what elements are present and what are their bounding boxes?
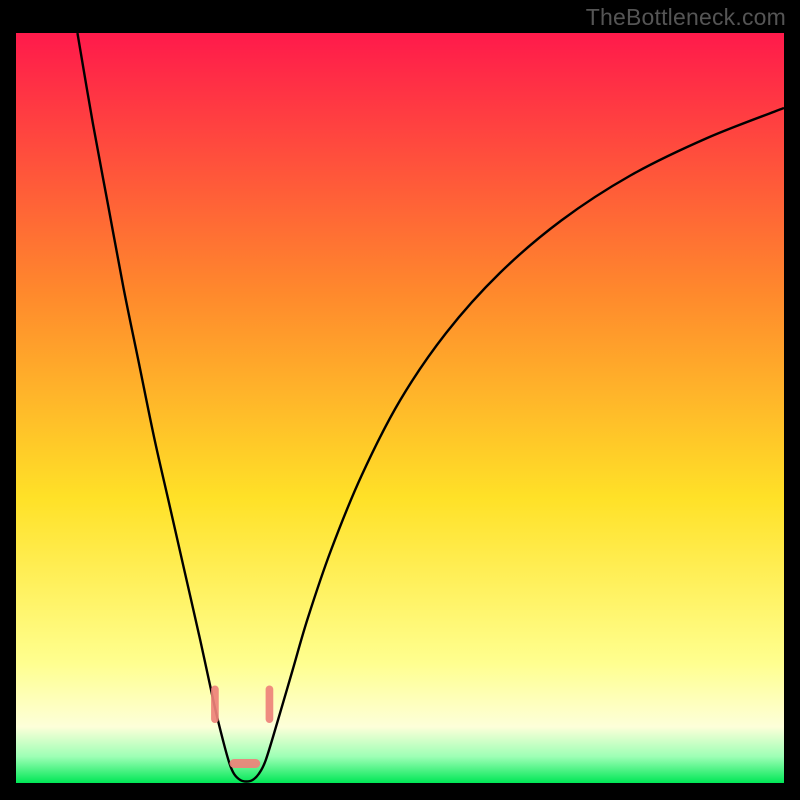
watermark: TheBottleneck.com <box>586 4 786 31</box>
marker-right <box>266 686 274 724</box>
chart-area <box>16 33 784 783</box>
bottleneck-chart-svg <box>16 33 784 783</box>
chart-gradient-background <box>16 33 784 783</box>
marker-left <box>211 686 219 724</box>
marker-bottom <box>230 759 261 768</box>
